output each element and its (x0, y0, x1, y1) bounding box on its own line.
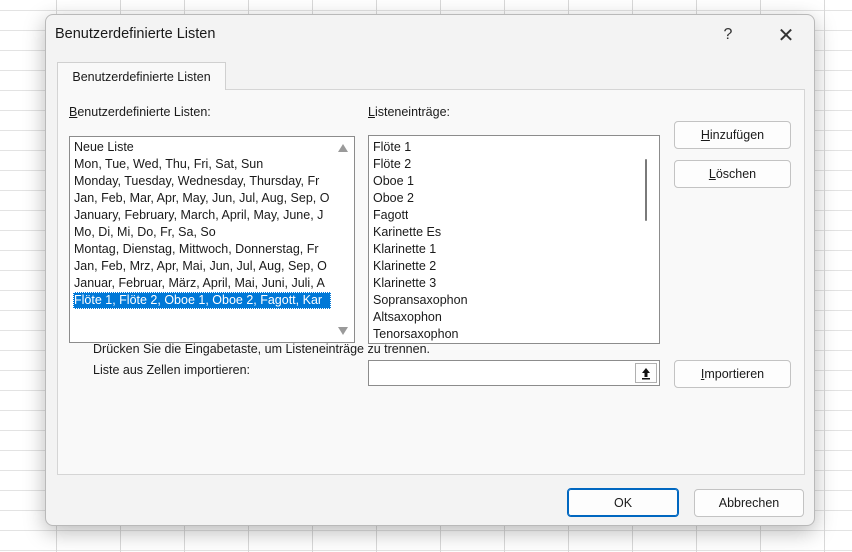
list-entry: Sopransaxophon (373, 293, 468, 307)
range-select-icon[interactable] (635, 363, 657, 383)
custom-list-item[interactable]: Montag, Dienstag, Mittwoch, Donnerstag, … (73, 241, 331, 258)
custom-list-item[interactable]: Neue Liste (73, 139, 331, 156)
custom-list-item[interactable]: Jan, Feb, Mar, Apr, May, Jun, Jul, Aug, … (73, 190, 331, 207)
add-button[interactable]: Hinzufügen (674, 121, 791, 149)
ok-button[interactable]: OK (567, 488, 679, 517)
import-label: Liste aus Zellen importieren: (93, 363, 251, 377)
delete-button[interactable]: Löschen (674, 160, 791, 188)
tab-custom-lists[interactable]: Benutzerdefinierte Listen (57, 62, 226, 90)
list-entry: Oboe 1 (373, 174, 415, 188)
custom-list-item[interactable]: Mon, Tue, Wed, Thu, Fri, Sat, Sun (73, 156, 331, 173)
separator-hint: Drücken Sie die Eingabetaste, um Listene… (93, 342, 431, 356)
scroll-up-arrow-icon[interactable] (338, 144, 348, 152)
custom-list-item[interactable]: January, February, March, April, May, Ju… (73, 207, 331, 224)
scroll-down-arrow-icon[interactable] (338, 327, 348, 335)
custom-list-item[interactable]: Januar, Februar, März, April, Mai, Juni,… (73, 275, 331, 292)
custom-list-item[interactable]: Monday, Tuesday, Wednesday, Thursday, Fr (73, 173, 331, 190)
list-entry: Flöte 1 (373, 140, 412, 154)
import-button[interactable]: Importieren (674, 360, 791, 388)
import-range-input[interactable] (368, 360, 660, 386)
list-entry: Klarinette 1 (373, 242, 437, 256)
list-entry: Oboe 2 (373, 191, 415, 205)
list-entry: Tenorsaxophon (373, 327, 459, 341)
custom-lists-scrollbar[interactable] (332, 137, 354, 342)
list-entries-label: Listeneinträge: (368, 105, 451, 119)
list-entry: Fagott (373, 208, 409, 222)
help-icon[interactable]: ? (708, 20, 748, 50)
custom-list-item[interactable]: Flöte 1, Flöte 2, Oboe 1, Oboe 2, Fagott… (73, 292, 331, 309)
list-entry: Klarinette 2 (373, 259, 437, 273)
list-entries-textarea[interactable]: Flöte 1 Flöte 2 Oboe 1 Oboe 2 Fagott Karinett… (368, 135, 660, 344)
list-entry: Altsaxophon (373, 310, 442, 324)
custom-list-item[interactable]: Jan, Feb, Mrz, Apr, Mai, Jun, Jul, Aug, … (73, 258, 331, 275)
custom-list-item[interactable]: Mo, Di, Mi, Do, Fr, Sa, So (73, 224, 331, 241)
custom-lists-dialog: Benutzerdefinierte Listen ? ✕ Benutzerde… (45, 14, 815, 526)
list-entry: Flöte 2 (373, 157, 412, 171)
list-entry: Klarinette 3 (373, 276, 437, 290)
dialog-title: Benutzerdefinierte Listen (55, 26, 216, 42)
close-icon[interactable]: ✕ (766, 20, 806, 50)
custom-lists-listbox[interactable]: Neue Liste Mon, Tue, Wed, Thu, Fri, Sat, … (69, 136, 355, 343)
custom-lists-label: Benutzerdefinierte Listen: (69, 105, 211, 119)
cancel-button[interactable]: Abbrechen (694, 489, 804, 517)
list-entries-scroll-thumb[interactable] (645, 159, 647, 221)
list-entry: Karinette Es (373, 225, 442, 239)
